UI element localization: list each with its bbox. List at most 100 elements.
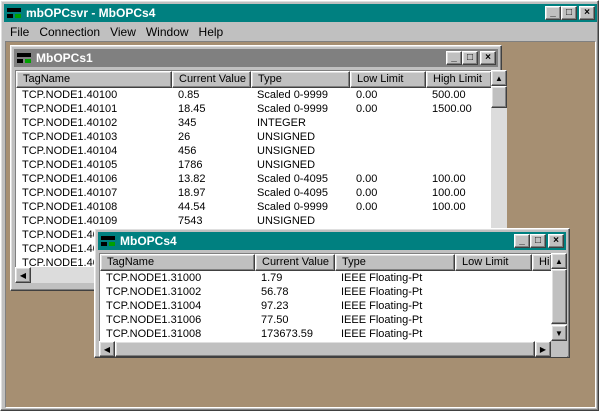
- child2-maximize-button[interactable]: □: [530, 234, 546, 248]
- table-row[interactable]: TCP.NODE1.31004 97.23 IEEE Floating-Pt: [100, 299, 552, 313]
- cell-low-limit: 0.00: [356, 89, 378, 101]
- cell-current-value: 44.54: [178, 201, 206, 213]
- table-row[interactable]: TCP.NODE1.40102 345 INTEGER: [16, 116, 492, 130]
- table-row[interactable]: TCP.NODE1.40107 18.97 Scaled 0-4095 0.00 100…: [16, 186, 492, 200]
- arrow-up-icon: ▲: [495, 73, 503, 83]
- cell-type: UNSIGNED: [257, 215, 316, 227]
- cell-high-limit: 100.00: [432, 173, 466, 185]
- cell-type: IEEE Floating-Pt: [341, 272, 423, 284]
- scroll-up-button[interactable]: ▲: [551, 253, 567, 269]
- child2-minimize-button[interactable]: _: [514, 234, 530, 248]
- child2-vscroll-thumb[interactable]: [551, 269, 567, 324]
- menu-connection[interactable]: Connection: [34, 25, 105, 39]
- child1-maximize-button[interactable]: □: [462, 51, 478, 65]
- table-row[interactable]: TCP.NODE1.40109 7543 UNSIGNED: [16, 214, 492, 228]
- cell-current-value: 173673.59: [261, 328, 313, 340]
- main-window: mbOPCsvr - MbOPCs4 _ □ × File Connection…: [0, 0, 599, 411]
- table-row[interactable]: TCP.NODE1.31008 173673.59 IEEE Floating-Pt: [100, 327, 552, 341]
- menu-view[interactable]: View: [105, 25, 141, 39]
- cell-current-value: 0.85: [178, 89, 200, 101]
- arrow-up-icon: ▲: [555, 256, 563, 266]
- table-row[interactable]: TCP.NODE1.40106 13.82 Scaled 0-4095 0.00 100…: [16, 172, 492, 186]
- cell-tagname: TCP.NODE1.40106: [22, 173, 118, 185]
- table-row[interactable]: TCP.NODE1.31002 56.78 IEEE Floating-Pt: [100, 285, 552, 299]
- table-row[interactable]: TCP.NODE1.31000 1.79 IEEE Floating-Pt: [100, 271, 552, 285]
- minimize-icon: _: [519, 235, 525, 246]
- close-icon: ×: [584, 7, 590, 18]
- cell-type: UNSIGNED: [257, 145, 316, 157]
- cell-current-value: 7543: [178, 215, 203, 227]
- col-type[interactable]: Type: [251, 71, 350, 88]
- table-row[interactable]: TCP.NODE1.40101 18.45 Scaled 0-9999 0.00 150…: [16, 102, 492, 116]
- maximize-icon: □: [466, 52, 474, 63]
- scroll-up-button[interactable]: ▲: [491, 70, 507, 86]
- child1-title: MbOPCs1: [36, 51, 93, 65]
- col-type[interactable]: Type: [335, 254, 455, 271]
- cell-type: Scaled 0-9999: [257, 201, 328, 213]
- cell-tagname: TCP.NODE1.40103: [22, 131, 118, 143]
- cell-high-limit: 1500.00: [432, 103, 472, 115]
- menu-help[interactable]: Help: [194, 25, 229, 39]
- child1-titlebar[interactable]: MbOPCs1 _ □ ×: [14, 49, 498, 67]
- cell-low-limit: [350, 214, 426, 228]
- size-grip[interactable]: [551, 341, 567, 357]
- col-current-value[interactable]: Current Value: [172, 71, 251, 88]
- table-row[interactable]: TCP.NODE1.40105 1786 UNSIGNED: [16, 158, 492, 172]
- table-row[interactable]: TCP.NODE1.40100 0.85 Scaled 0-9999 0.00 500.…: [16, 88, 492, 102]
- main-titlebar[interactable]: mbOPCsvr - MbOPCs4 _ □ ×: [4, 4, 597, 22]
- cell-type: Scaled 0-9999: [257, 89, 328, 101]
- child2-vscroll[interactable]: ▲ ▼: [551, 253, 567, 341]
- table-row[interactable]: TCP.NODE1.40108 44.54 Scaled 0-9999 0.00 100…: [16, 200, 492, 214]
- child2-hscroll[interactable]: ◀ ▶: [99, 341, 551, 357]
- col-low-limit[interactable]: Low Limit: [350, 71, 426, 88]
- col-tagname[interactable]: TagName: [100, 254, 255, 271]
- col-low-limit[interactable]: Low Limit: [455, 254, 532, 271]
- cell-high-limit: [532, 327, 552, 341]
- col-tagname[interactable]: TagName: [16, 71, 172, 88]
- cell-type: UNSIGNED: [257, 131, 316, 143]
- maximize-icon: □: [534, 235, 542, 246]
- cell-tagname: TCP.NODE1.31006: [106, 314, 202, 326]
- scroll-right-button[interactable]: ▶: [535, 341, 551, 357]
- maximize-button[interactable]: □: [561, 6, 577, 20]
- child1-minimize-button[interactable]: _: [446, 51, 462, 65]
- table-row[interactable]: TCP.NODE1.40104 456 UNSIGNED: [16, 144, 492, 158]
- cell-tagname: TCP.NODE1.31002: [106, 286, 202, 298]
- child2-titlebar[interactable]: MbOPCs4 _ □ ×: [98, 232, 566, 250]
- cell-current-value: 345: [178, 117, 197, 129]
- mdi-workspace: MbOPCs1 _ □ × TagName Current Value Type…: [5, 41, 596, 408]
- cell-tagname: TCP.NODE1.40102: [22, 117, 118, 129]
- cell-tagname: TCP.NODE1.40100: [22, 89, 118, 101]
- cell-current-value: 18.45: [178, 103, 206, 115]
- cell-tagname: TCP.NODE1.31000: [106, 272, 202, 284]
- table-row[interactable]: TCP.NODE1.40103 26 UNSIGNED: [16, 130, 492, 144]
- cell-high-limit: [426, 214, 492, 228]
- cell-type: IEEE Floating-Pt: [341, 286, 423, 298]
- cell-tagname: TCP.NODE1.31008: [106, 328, 202, 340]
- child2-hscroll-thumb[interactable]: [115, 341, 535, 357]
- cell-current-value: 56.78: [261, 286, 289, 298]
- app-icon: [6, 7, 22, 19]
- col-high-limit[interactable]: High Limit: [426, 71, 492, 88]
- cell-current-value: 1786: [178, 159, 203, 171]
- minimize-button[interactable]: _: [545, 6, 561, 20]
- child1-vscroll-thumb[interactable]: [491, 86, 507, 108]
- close-icon: ×: [553, 235, 559, 246]
- table-row[interactable]: TCP.NODE1.31006 77.50 IEEE Floating-Pt: [100, 313, 552, 327]
- close-button[interactable]: ×: [579, 6, 595, 20]
- col-high-limit[interactable]: Hi: [532, 254, 552, 271]
- scroll-down-button[interactable]: ▼: [551, 325, 567, 341]
- child2-close-button[interactable]: ×: [548, 234, 564, 248]
- child1-close-button[interactable]: ×: [480, 51, 496, 65]
- cell-low-limit: [350, 158, 426, 172]
- cell-type: Scaled 0-4095: [257, 173, 328, 185]
- child2-header-row: TagName Current Value Type Low Limit Hi: [100, 254, 552, 271]
- cell-tagname: TCP.NODE1.40107: [22, 187, 118, 199]
- cell-low-limit: [350, 144, 426, 158]
- scroll-left-button[interactable]: ◀: [15, 267, 31, 283]
- scroll-left-button[interactable]: ◀: [99, 341, 115, 357]
- cell-current-value: 77.50: [261, 314, 289, 326]
- menu-window[interactable]: Window: [141, 25, 194, 39]
- menu-file[interactable]: File: [5, 25, 34, 39]
- col-current-value[interactable]: Current Value: [255, 254, 335, 271]
